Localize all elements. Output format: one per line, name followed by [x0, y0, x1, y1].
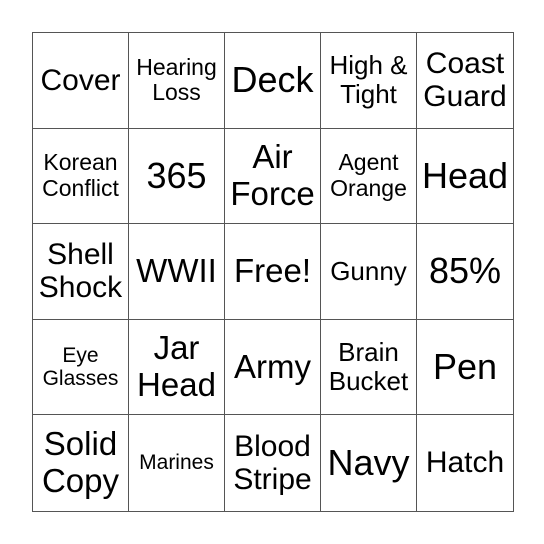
bingo-cell[interactable]: Hatch	[417, 415, 513, 511]
bingo-cell-label: Pen	[432, 345, 498, 387]
bingo-cell-label: Blood Stripe	[233, 429, 312, 497]
bingo-cell-label: Army	[234, 347, 311, 385]
bingo-cell-label: Korean Conflict	[42, 149, 119, 201]
bingo-cell-label: Air Force	[230, 137, 315, 212]
bingo-cell[interactable]: Blood Stripe	[225, 415, 321, 511]
bingo-cell[interactable]: Gunny	[321, 224, 417, 320]
bingo-card: Cover Hearing Loss Deck High & Tight Coast G…	[32, 32, 514, 512]
bingo-cell-label: Hatch	[425, 446, 505, 480]
bingo-cell-label: Brain Bucket	[328, 336, 409, 397]
bingo-cell-label: Eye Glasses	[42, 343, 119, 391]
bingo-cell-label: Cover	[40, 63, 121, 97]
bingo-cell-label: Shell Shock	[38, 237, 123, 305]
bingo-cell[interactable]: Hearing Loss	[129, 33, 225, 129]
bingo-cell-label: 365	[146, 154, 207, 196]
bingo-cell-label: Agent Orange	[330, 149, 407, 201]
bingo-cell[interactable]: 85%	[417, 224, 513, 320]
bingo-cell-label: Gunny	[330, 255, 407, 286]
bingo-cell-label: Hearing Loss	[136, 53, 217, 106]
bingo-cell-label: Head	[421, 154, 509, 196]
bingo-cell-label: Marines	[139, 451, 214, 475]
bingo-cell-label: Deck	[231, 59, 314, 101]
bingo-cell-label: Jar Head	[137, 329, 216, 404]
bingo-cell[interactable]: Brain Bucket	[321, 319, 417, 416]
bingo-cell[interactable]: WWII	[129, 224, 225, 320]
bingo-cell[interactable]: 365	[129, 128, 225, 225]
bingo-cell-label: WWII	[136, 252, 217, 290]
bingo-cell[interactable]: Navy	[321, 415, 417, 511]
bingo-cell[interactable]: Air Force	[225, 128, 321, 225]
bingo-cell[interactable]: Agent Orange	[321, 128, 417, 225]
bingo-cell[interactable]: Solid Copy	[33, 415, 129, 511]
bingo-cell-label: Coast Guard	[423, 46, 507, 114]
bingo-cell-label: 85%	[428, 250, 502, 292]
bingo-cell[interactable]: Deck	[225, 33, 321, 129]
bingo-cell[interactable]: Jar Head	[129, 319, 225, 416]
bingo-cell[interactable]: Shell Shock	[33, 224, 129, 320]
bingo-cell[interactable]: Army	[225, 319, 321, 416]
bingo-cell[interactable]: Free!	[225, 224, 321, 320]
bingo-cell-label: Free!	[233, 252, 312, 290]
bingo-cell[interactable]: High & Tight	[321, 33, 417, 129]
bingo-cell[interactable]: Korean Conflict	[33, 128, 129, 225]
bingo-cell[interactable]: Marines	[129, 415, 225, 511]
bingo-cell-label: Navy	[327, 442, 410, 484]
bingo-cell[interactable]: Head	[417, 129, 513, 225]
bingo-cell[interactable]: Eye Glasses	[33, 319, 129, 416]
bingo-cell[interactable]: Pen	[417, 320, 513, 416]
bingo-cell-label: Solid Copy	[41, 425, 120, 500]
bingo-cell[interactable]: Coast Guard	[417, 33, 513, 129]
bingo-cell[interactable]: Cover	[33, 33, 129, 129]
bingo-cell-label: High & Tight	[329, 50, 408, 110]
